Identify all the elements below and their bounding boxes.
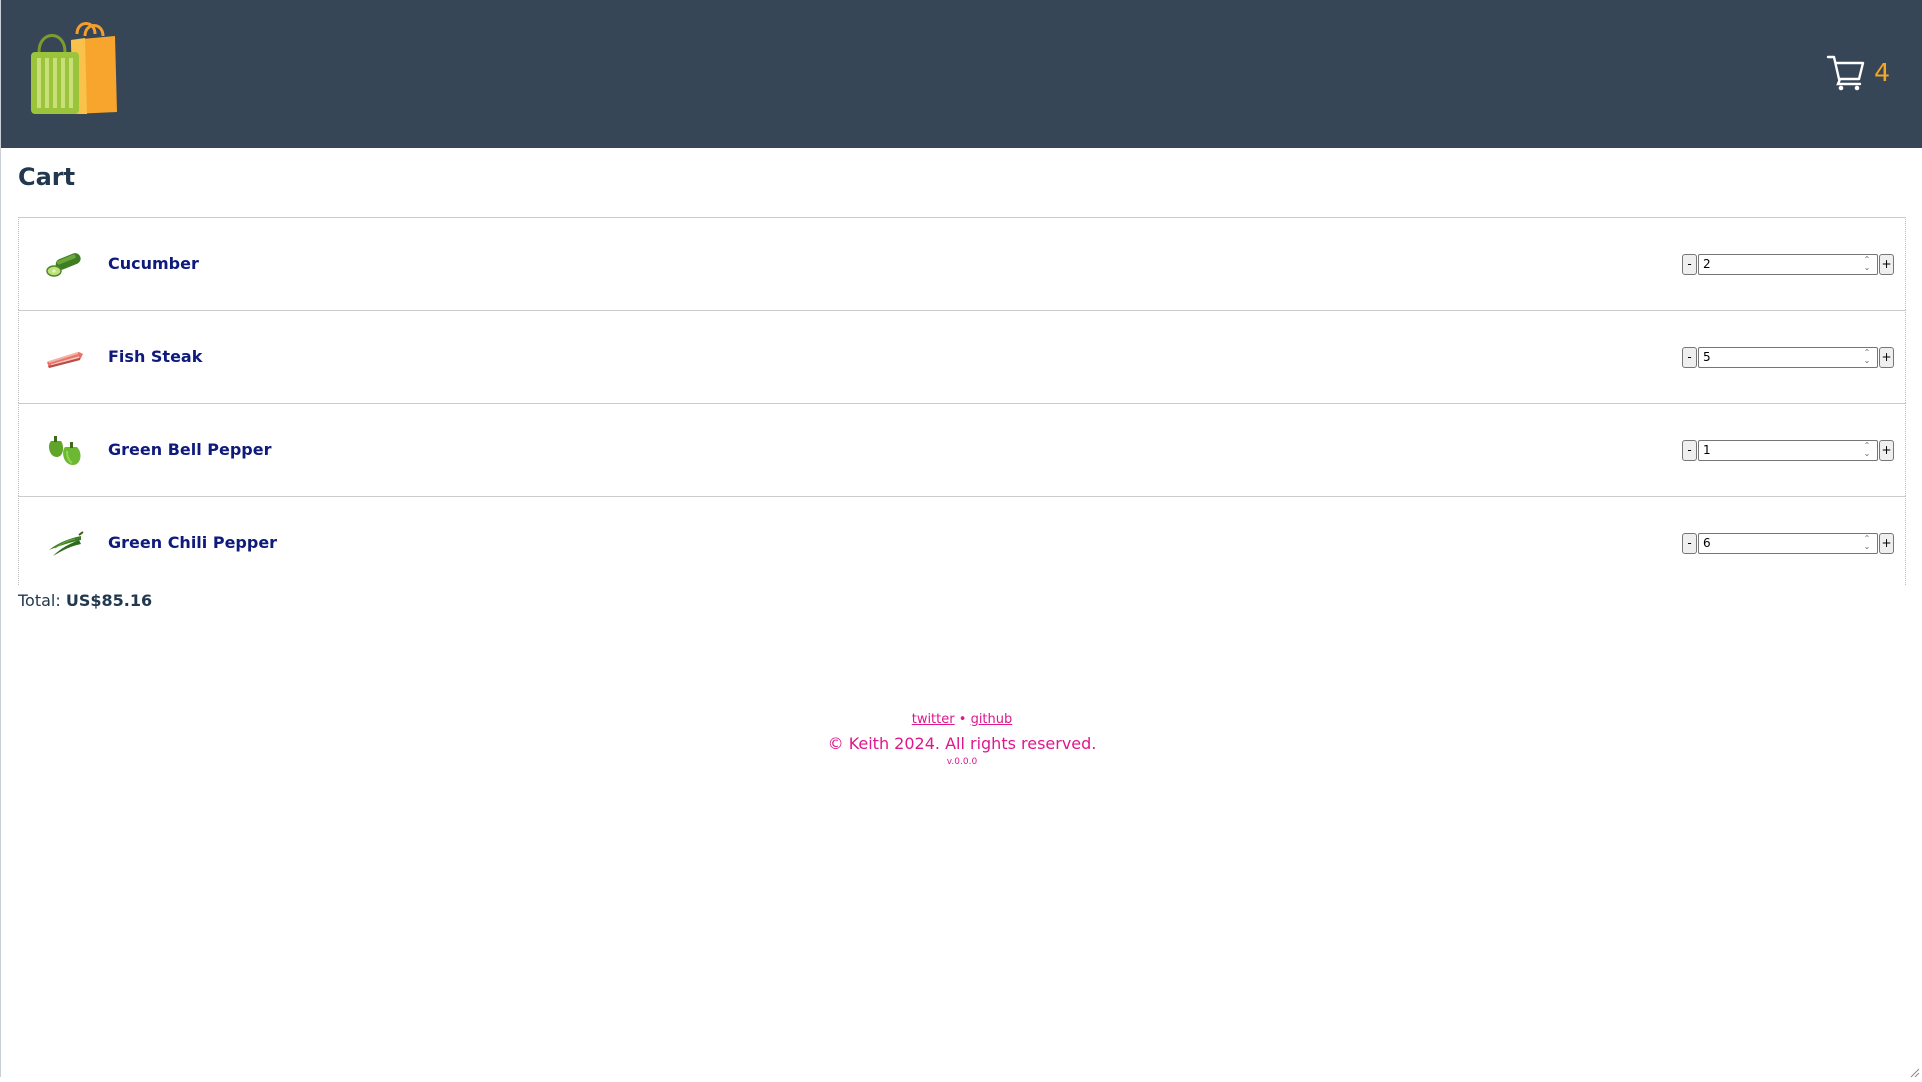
- quantity-value: 1: [1703, 443, 1711, 457]
- decrement-button[interactable]: -: [1682, 440, 1697, 461]
- increment-button[interactable]: +: [1879, 533, 1894, 554]
- increment-button[interactable]: +: [1879, 440, 1894, 461]
- site-header: 4: [1, 0, 1922, 148]
- quantity-input[interactable]: 2 ⌃ ⌄: [1698, 254, 1878, 275]
- cart-item: Green Chili Pepper - 6 ⌃ ⌄ +: [18, 496, 1906, 586]
- item-name[interactable]: Fish Steak: [108, 347, 202, 366]
- cart-item-list: Cucumber - 2 ⌃ ⌄ + Fish Steak - 5 ⌃ ⌄ + …: [18, 217, 1906, 586]
- twitter-link[interactable]: twitter: [912, 712, 955, 727]
- item-name[interactable]: Green Chili Pepper: [108, 533, 277, 552]
- quantity-value: 6: [1703, 536, 1711, 550]
- item-name[interactable]: Cucumber: [108, 254, 199, 273]
- green-chili-pepper-icon: [45, 526, 85, 560]
- spinner-arrows-icon[interactable]: ⌃ ⌄: [1861, 535, 1873, 552]
- decrement-button[interactable]: -: [1682, 254, 1697, 275]
- item-name[interactable]: Green Bell Pepper: [108, 440, 272, 459]
- site-footer: twitter • github © Keith 2024. All right…: [1, 712, 1922, 767]
- footer-separator: •: [958, 712, 967, 727]
- quantity-stepper: - 6 ⌃ ⌄ +: [1682, 533, 1894, 554]
- cucumber-icon: [45, 247, 85, 281]
- cart-total: Total: US$85.16: [18, 591, 152, 610]
- cart-item: Cucumber - 2 ⌃ ⌄ +: [18, 217, 1906, 310]
- quantity-input[interactable]: 6 ⌃ ⌄: [1698, 533, 1878, 554]
- shopping-bags-icon: [31, 22, 117, 114]
- decrement-button[interactable]: -: [1682, 347, 1697, 368]
- decrement-button[interactable]: -: [1682, 533, 1697, 554]
- shopping-bags-logo[interactable]: [29, 22, 119, 116]
- quantity-stepper: - 2 ⌃ ⌄ +: [1682, 254, 1894, 275]
- footer-links: twitter • github: [1, 712, 1922, 727]
- green-bell-pepper-icon: [45, 433, 85, 467]
- copyright-text: © Keith 2024. All rights reserved.: [827, 734, 1097, 753]
- cart-button[interactable]: 4: [1826, 50, 1890, 94]
- quantity-input[interactable]: 5 ⌃ ⌄: [1698, 347, 1878, 368]
- quantity-stepper: - 1 ⌃ ⌄ +: [1682, 440, 1894, 461]
- spinner-arrows-icon[interactable]: ⌃ ⌄: [1861, 349, 1873, 366]
- increment-button[interactable]: +: [1879, 254, 1894, 275]
- cart-icon: [1826, 55, 1865, 91]
- cart-item: Fish Steak - 5 ⌃ ⌄ +: [18, 310, 1906, 403]
- cart-count-badge: 4: [1874, 57, 1890, 87]
- total-value: US$85.16: [65, 591, 153, 610]
- increment-button[interactable]: +: [1879, 347, 1894, 368]
- spinner-arrows-icon[interactable]: ⌃ ⌄: [1861, 256, 1873, 273]
- quantity-stepper: - 5 ⌃ ⌄ +: [1682, 347, 1894, 368]
- quantity-input[interactable]: 1 ⌃ ⌄: [1698, 440, 1878, 461]
- fish-steak-icon: [45, 340, 85, 374]
- total-label: Total:: [18, 591, 61, 610]
- quantity-value: 5: [1703, 350, 1711, 364]
- cart-item: Green Bell Pepper - 1 ⌃ ⌄ +: [18, 403, 1906, 496]
- quantity-value: 2: [1703, 257, 1711, 271]
- page-title: Cart: [18, 163, 76, 191]
- github-link[interactable]: github: [971, 712, 1013, 727]
- resize-grip-icon[interactable]: [1908, 1063, 1920, 1078]
- version-text: v.0.0.0: [946, 757, 978, 767]
- spinner-arrows-icon[interactable]: ⌃ ⌄: [1861, 442, 1873, 459]
